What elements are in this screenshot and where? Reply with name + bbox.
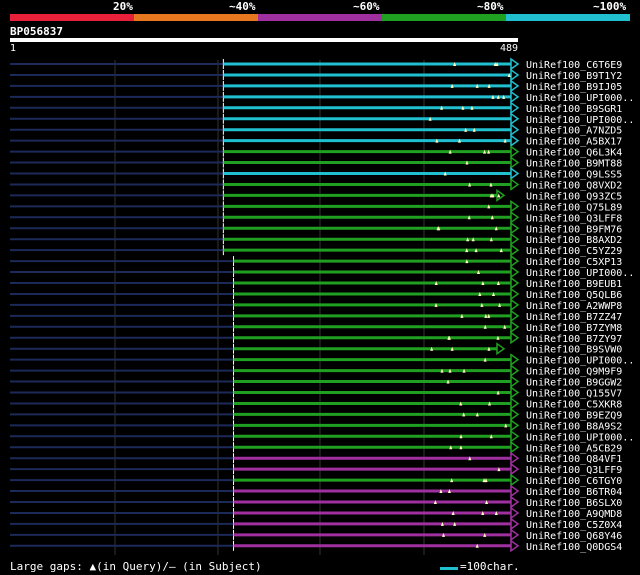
hit-arrow-icon (510, 506, 520, 520)
hit-label[interactable]: UniRef100_B6TR04 (526, 487, 622, 498)
hit-label[interactable]: UniRef100_Q8VXD2 (526, 180, 622, 191)
hit-label[interactable]: UniRef100_B8AXD2 (526, 235, 622, 246)
hit-arrow-icon (510, 418, 520, 432)
hit-label[interactable]: UniRef100_Q0DGS4 (526, 542, 622, 553)
hit-arrow-icon (510, 331, 520, 345)
hit-arrow-icon (510, 199, 520, 213)
hit-arrow-icon (510, 440, 520, 454)
hit-arrow-icon (510, 57, 520, 71)
hit-arrow-icon (510, 407, 520, 421)
hit-label[interactable]: UniRef100_Q3LFF8 (526, 213, 622, 224)
hit-arrow-icon (510, 254, 520, 268)
hit-label[interactable]: UniRef100_Q5QLB6 (526, 290, 622, 301)
hit-arrow-icon (510, 375, 520, 389)
hit-label[interactable]: UniRef100_B9T1Y2 (526, 71, 622, 82)
hit-arrow-icon (510, 353, 520, 367)
hit-label[interactable]: UniRef100_C6TGY0 (526, 476, 622, 487)
hit-arrow-icon (510, 484, 520, 498)
hit-arrow-icon (510, 156, 520, 170)
hit-label[interactable]: UniRef100_C6T6E9 (526, 60, 622, 71)
hit-label[interactable]: UniRef100_UPI000.. (526, 268, 634, 279)
hit-label[interactable]: UniRef100_B9GGW2 (526, 378, 622, 389)
hit-arrow-icon (510, 210, 520, 224)
hit-label[interactable]: UniRef100_B9EUB1 (526, 279, 622, 290)
hit-arrow-icon (510, 462, 520, 476)
hit-arrow-icon (510, 451, 520, 465)
hit-label[interactable]: UniRef100_C5XP13 (526, 257, 622, 268)
hit-arrow-icon (510, 134, 520, 148)
hit-arrow-icon (510, 221, 520, 235)
hit-label[interactable]: UniRef100_B7ZYM8 (526, 323, 622, 334)
hit-arrow-icon (510, 265, 520, 279)
hit-arrow-icon (510, 145, 520, 159)
hit-label[interactable]: UniRef100_B9IJ05 (526, 82, 622, 93)
hit-arrow-icon (510, 79, 520, 93)
hit-label[interactable]: UniRef100_Q84VF1 (526, 454, 622, 465)
hit-label[interactable]: UniRef100_C5YZ29 (526, 246, 622, 257)
hit-arrow-icon (510, 112, 520, 126)
hit-arrow-icon (510, 232, 520, 246)
alignment-chart: UniRef100_C6T6E9UniRef100_B9T1Y2UniRef10… (10, 57, 634, 555)
hit-label[interactable]: UniRef100_Q9LSS5 (526, 170, 622, 181)
hit-label[interactable]: UniRef100_Q93ZC5 (526, 191, 622, 202)
hit-label[interactable]: UniRef100_C5Z0X4 (526, 520, 622, 531)
hit-arrow-icon (510, 386, 520, 399)
hit-label[interactable]: UniRef100_A5BX17 (526, 137, 622, 148)
hit-label[interactable]: UniRef100_Q68Y46 (526, 531, 622, 542)
hit-arrow-icon (510, 364, 520, 378)
hit-arrow-icon (510, 167, 520, 180)
hit-arrow-icon (510, 495, 520, 509)
hit-arrow-icon (510, 287, 520, 301)
hit-label[interactable]: UniRef100_A2WWP8 (526, 301, 622, 312)
scale-line (440, 567, 458, 570)
hit-label[interactable]: UniRef100_UPI000.. (526, 115, 634, 126)
hit-label[interactable]: UniRef100_B7ZZ47 (526, 312, 622, 323)
hit-label[interactable]: UniRef100_Q3LFF9 (526, 465, 622, 476)
hit-arrow-icon (510, 101, 520, 115)
hit-label[interactable]: UniRef100_Q6L3K4 (526, 148, 622, 159)
hit-arrow-icon (510, 243, 520, 257)
hit-arrow-icon (510, 528, 520, 542)
hit-arrow-icon (510, 473, 520, 487)
hit-label[interactable]: UniRef100_B7ZY97 (526, 334, 622, 345)
hit-label[interactable]: UniRef100_UPI000.. (526, 356, 634, 367)
hit-arrow-icon (510, 396, 520, 410)
hit-label[interactable]: UniRef100_B9SVW0 (526, 345, 622, 356)
hit-label[interactable]: UniRef100_B9EZQ9 (526, 410, 622, 421)
hit-label[interactable]: UniRef100_Q155V7 (526, 389, 622, 400)
hit-label[interactable]: UniRef100_A7NZD5 (526, 126, 622, 137)
hit-arrow-icon (510, 298, 520, 312)
hit-label[interactable]: UniRef100_B8A9S2 (526, 421, 622, 432)
hit-arrow-icon (510, 517, 520, 531)
hit-arrow-icon (510, 90, 520, 104)
hit-arrow-icon (510, 276, 520, 290)
hit-label[interactable]: UniRef100_B9SGR1 (526, 104, 622, 115)
hit-label[interactable]: UniRef100_B6SLX0 (526, 498, 622, 509)
hit-label[interactable]: UniRef100_B9FM76 (526, 224, 622, 235)
hit-label[interactable]: UniRef100_A5CB29 (526, 443, 622, 454)
hit-arrow-icon (510, 539, 520, 553)
hit-arrow-icon (510, 68, 520, 82)
hit-arrow-icon (510, 123, 520, 137)
hit-arrow-icon (510, 429, 520, 443)
scale-text: =100char. (460, 560, 520, 573)
hit-label[interactable]: UniRef100_UPI000.. (526, 93, 634, 104)
hit-arrow-icon (510, 177, 520, 191)
hit-label[interactable]: UniRef100_UPI000.. (526, 432, 634, 443)
hit-arrow-icon (510, 309, 520, 323)
hit-label[interactable]: UniRef100_B9MT88 (526, 159, 622, 170)
hit-label[interactable]: UniRef100_C5XKR8 (526, 399, 622, 410)
gaps-legend: Large gaps: ▲(in Query)/– (in Subject) (10, 560, 262, 573)
hit-arrow-icon (496, 342, 506, 356)
hit-arrow-icon (510, 320, 520, 334)
hit-label[interactable]: UniRef100_Q9M9F9 (526, 367, 622, 378)
hit-label[interactable]: UniRef100_A9QMD8 (526, 509, 622, 520)
hit-label[interactable]: UniRef100_Q75L89 (526, 202, 622, 213)
